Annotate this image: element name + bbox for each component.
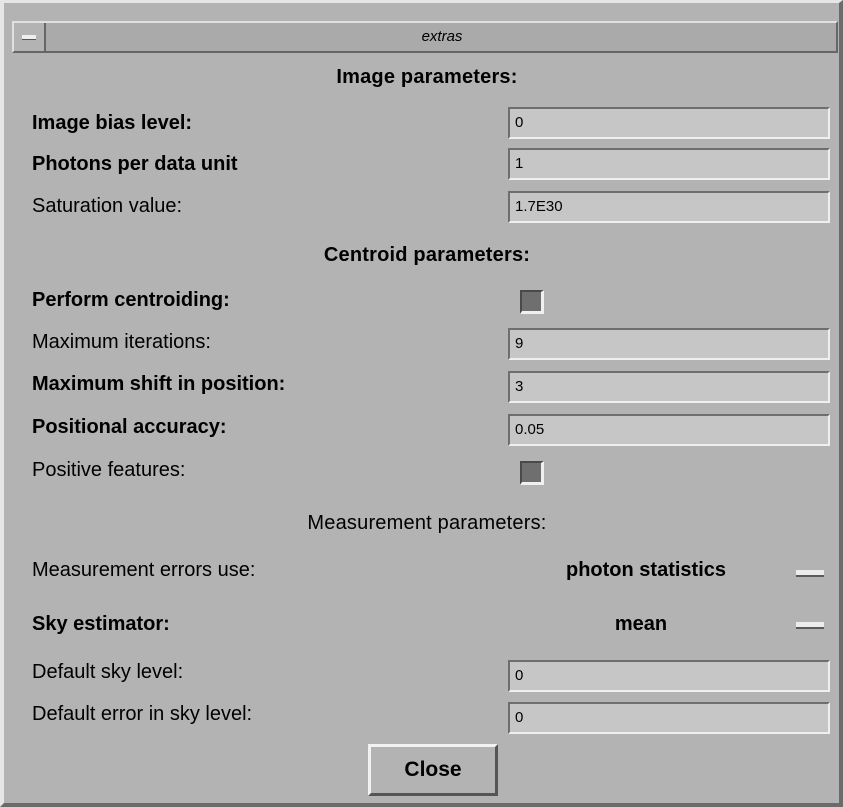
window-menu-button[interactable]	[14, 23, 46, 51]
sky-estimator-option-indicator-icon[interactable]	[796, 622, 824, 629]
photons-per-unit-label: Photons per data unit	[32, 153, 238, 175]
dialog-window: extras Image parameters: Image bias leve…	[0, 0, 843, 807]
image-bias-label: Image bias level:	[32, 112, 193, 134]
centroid-parameters-heading: Centroid parameters:	[323, 244, 531, 266]
close-button[interactable]: Close	[368, 744, 498, 796]
title-bar[interactable]: extras	[12, 21, 838, 53]
positive-features-label: Positive features:	[32, 459, 186, 481]
image-parameters-heading: Image parameters:	[336, 66, 518, 88]
max-iterations-label: Maximum iterations:	[32, 331, 211, 353]
default-sky-error-field[interactable]: 0	[508, 702, 830, 734]
default-sky-level-field[interactable]: 0	[508, 660, 830, 692]
max-shift-field[interactable]: 3	[508, 371, 830, 403]
sky-estimator-label: Sky estimator:	[32, 613, 170, 635]
default-sky-error-label: Default error in sky level:	[32, 703, 253, 725]
max-shift-label: Maximum shift in position:	[32, 373, 286, 395]
max-iterations-field[interactable]: 9	[508, 328, 830, 360]
perform-centroiding-label: Perform centroiding:	[32, 289, 230, 311]
window-title: extras	[421, 28, 463, 45]
measurement-errors-label: Measurement errors use:	[32, 559, 256, 581]
measurement-errors-option[interactable]: photon statistics	[526, 559, 766, 582]
positive-features-checkbox[interactable]	[520, 461, 544, 485]
positional-accuracy-label: Positional accuracy:	[32, 416, 227, 438]
measurement-errors-option-indicator-icon[interactable]	[796, 570, 824, 577]
sky-estimator-option[interactable]: mean	[586, 613, 696, 636]
saturation-field[interactable]: 1.7E30	[508, 191, 830, 223]
saturation-label: Saturation value:	[32, 195, 183, 217]
perform-centroiding-checkbox[interactable]	[520, 290, 544, 314]
default-sky-level-label: Default sky level:	[32, 661, 184, 683]
photons-per-unit-field[interactable]: 1	[508, 148, 830, 180]
positional-accuracy-field[interactable]: 0.05	[508, 414, 830, 446]
measurement-parameters-heading: Measurement parameters:	[307, 512, 547, 534]
image-bias-field[interactable]: 0	[508, 107, 830, 139]
window-menu-icon	[22, 35, 36, 40]
